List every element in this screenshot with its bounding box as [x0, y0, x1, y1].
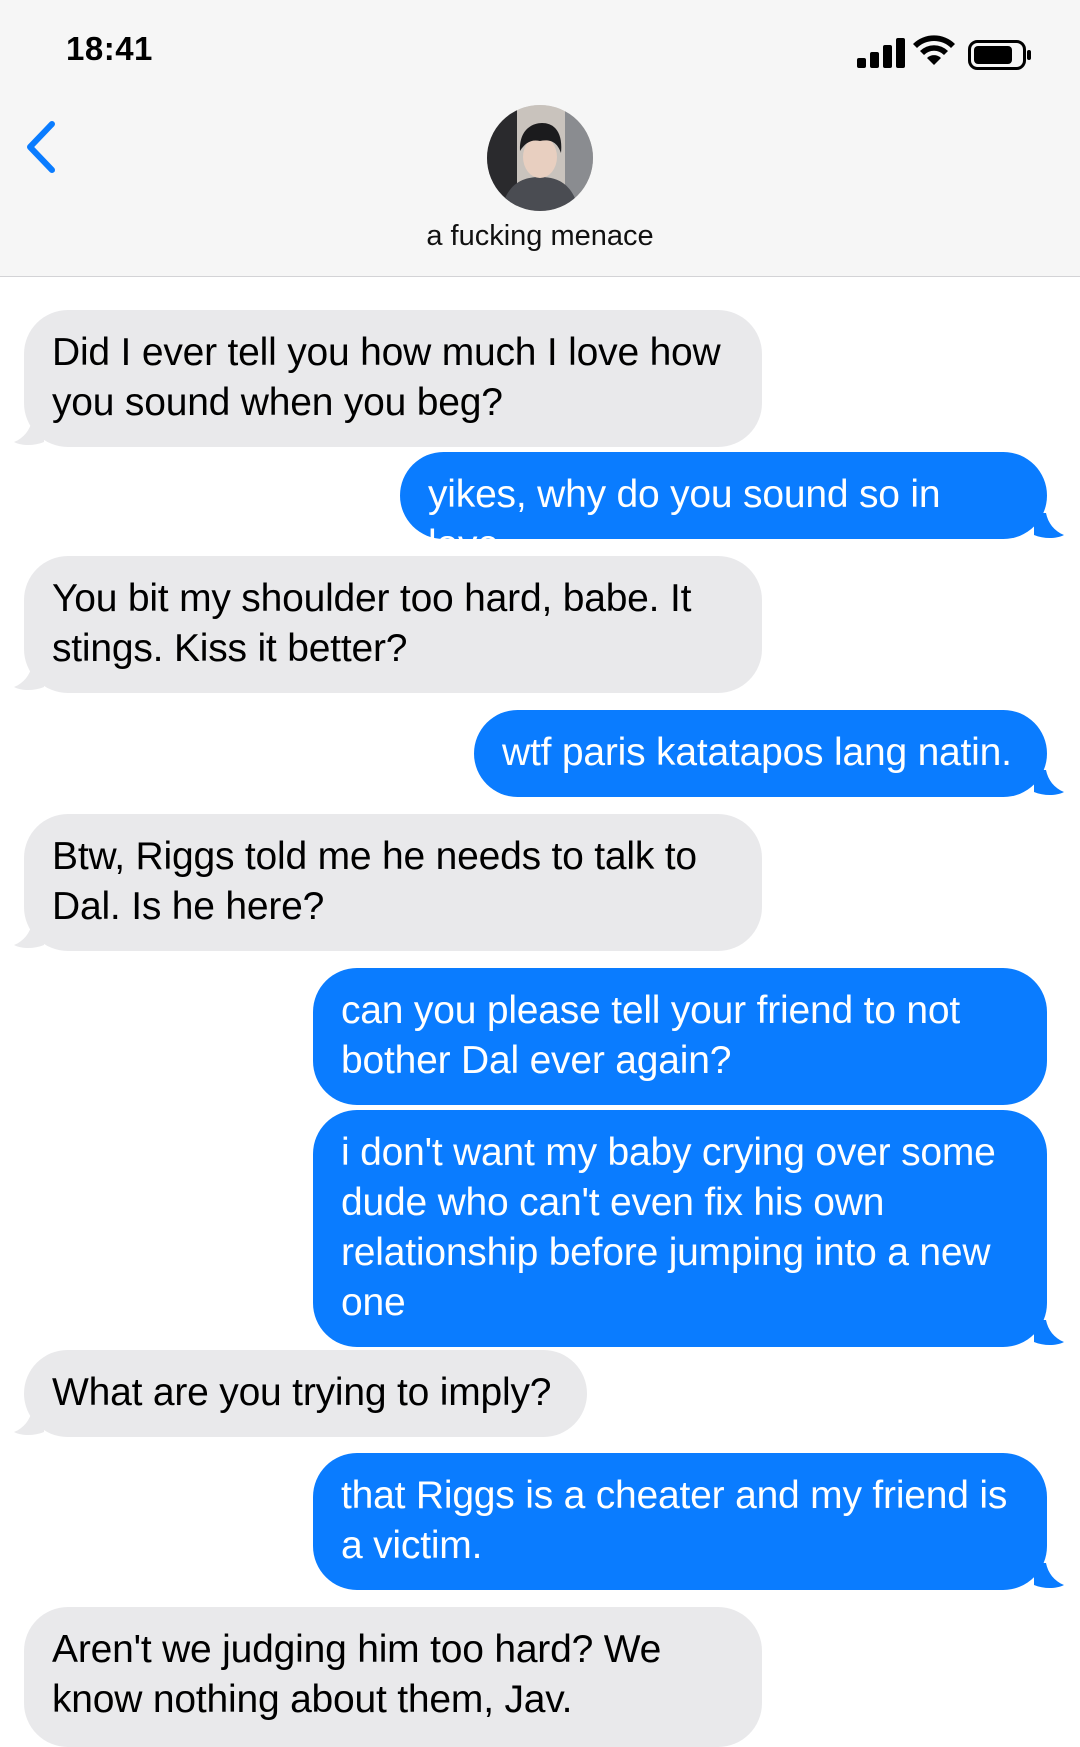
message-bubble-outgoing[interactable]: that Riggs is a cheater and my friend is… — [313, 1453, 1047, 1590]
message-bubble-outgoing[interactable]: i don't want my baby crying over some du… — [313, 1110, 1047, 1347]
message-bubble-incoming[interactable]: You bit my shoulder too hard, babe. It s… — [24, 556, 762, 693]
message-bubble-incoming[interactable]: What are you trying to imply? — [24, 1350, 587, 1437]
message-bubble-outgoing[interactable]: yikes, why do you sound so in love — [400, 452, 1047, 566]
message-bubble-outgoing[interactable]: wtf paris katatapos lang natin. — [474, 710, 1047, 797]
message-bubble-incoming[interactable]: Aren't we judging him too hard? We know … — [24, 1607, 762, 1747]
message-list: Did I ever tell you how much I love how … — [0, 0, 1080, 1747]
message-bubble-incoming[interactable]: Btw, Riggs told me he needs to talk to D… — [24, 814, 762, 951]
message-bubble-incoming[interactable]: Did I ever tell you how much I love how … — [24, 310, 762, 447]
message-bubble-outgoing[interactable]: can you please tell your friend to not b… — [313, 968, 1047, 1105]
